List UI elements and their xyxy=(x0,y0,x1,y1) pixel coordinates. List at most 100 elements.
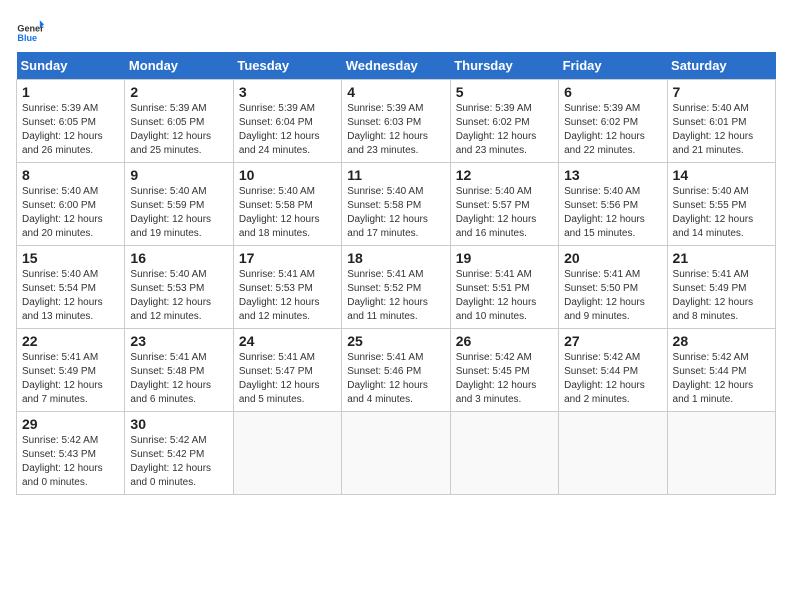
calendar-day-cell: 8Sunrise: 5:40 AM Sunset: 6:00 PM Daylig… xyxy=(17,163,125,246)
svg-text:Blue: Blue xyxy=(17,33,37,43)
weekday-header: Friday xyxy=(559,52,667,80)
calendar-day-cell: 30 Sunrise: 5:42 AM Sunset: 5:42 PM Dayli… xyxy=(125,412,233,495)
weekday-header: Wednesday xyxy=(342,52,450,80)
calendar-day-cell: 15Sunrise: 5:40 AM Sunset: 5:54 PM Dayli… xyxy=(17,246,125,329)
calendar-day-cell: 3 Sunrise: 5:39 AM Sunset: 6:04 PM Daylig… xyxy=(233,80,341,163)
calendar-week-row: 29 Sunrise: 5:42 AM Sunset: 5:43 PM Dayli… xyxy=(17,412,776,495)
calendar-day-cell xyxy=(559,412,667,495)
calendar-day-cell: 7 Sunrise: 5:40 AM Sunset: 6:01 PM Daylig… xyxy=(667,80,775,163)
day-number: 23 xyxy=(130,333,227,349)
day-info: Sunrise: 5:40 AM Sunset: 6:01 PM Dayligh… xyxy=(673,102,770,158)
day-number: 16 xyxy=(130,250,227,266)
weekday-header: Sunday xyxy=(17,52,125,80)
calendar-day-cell: 28 Sunrise: 5:42 AM Sunset: 5:44 PM Dayli… xyxy=(667,329,775,412)
calendar-day-cell: 17 Sunrise: 5:41 AM Sunset: 5:53 PM Dayli… xyxy=(233,246,341,329)
calendar-day-cell: 9 Sunrise: 5:40 AM Sunset: 5:59 PM Daylig… xyxy=(125,163,233,246)
day-info: Sunrise: 5:41 AM Sunset: 5:50 PM Dayligh… xyxy=(564,268,661,324)
day-info: Sunrise: 5:40 AM Sunset: 5:54 PM Dayligh… xyxy=(22,268,119,324)
calendar-day-cell: 29 Sunrise: 5:42 AM Sunset: 5:43 PM Dayli… xyxy=(17,412,125,495)
calendar-day-cell: 6 Sunrise: 5:39 AM Sunset: 6:02 PM Daylig… xyxy=(559,80,667,163)
page-header: General Blue xyxy=(16,16,776,44)
day-info: Sunrise: 5:39 AM Sunset: 6:02 PM Dayligh… xyxy=(456,102,553,158)
calendar-day-cell: 26Sunrise: 5:42 AM Sunset: 5:45 PM Dayli… xyxy=(450,329,558,412)
calendar-table: SundayMondayTuesdayWednesdayThursdayFrid… xyxy=(16,52,776,495)
day-info: Sunrise: 5:41 AM Sunset: 5:51 PM Dayligh… xyxy=(456,268,553,324)
day-info: Sunrise: 5:39 AM Sunset: 6:05 PM Dayligh… xyxy=(130,102,227,158)
calendar-day-cell: 2 Sunrise: 5:39 AM Sunset: 6:05 PM Daylig… xyxy=(125,80,233,163)
weekday-header: Monday xyxy=(125,52,233,80)
day-info: Sunrise: 5:40 AM Sunset: 5:58 PM Dayligh… xyxy=(347,185,444,241)
day-number: 17 xyxy=(239,250,336,266)
calendar-day-cell: 21 Sunrise: 5:41 AM Sunset: 5:49 PM Dayli… xyxy=(667,246,775,329)
calendar-day-cell: 5 Sunrise: 5:39 AM Sunset: 6:02 PM Daylig… xyxy=(450,80,558,163)
day-info: Sunrise: 5:41 AM Sunset: 5:47 PM Dayligh… xyxy=(239,351,336,407)
calendar-day-cell xyxy=(342,412,450,495)
calendar-week-row: 8Sunrise: 5:40 AM Sunset: 6:00 PM Daylig… xyxy=(17,163,776,246)
day-info: Sunrise: 5:41 AM Sunset: 5:52 PM Dayligh… xyxy=(347,268,444,324)
day-info: Sunrise: 5:42 AM Sunset: 5:44 PM Dayligh… xyxy=(673,351,770,407)
day-number: 14 xyxy=(673,167,770,183)
weekday-header: Saturday xyxy=(667,52,775,80)
day-info: Sunrise: 5:41 AM Sunset: 5:48 PM Dayligh… xyxy=(130,351,227,407)
day-info: Sunrise: 5:39 AM Sunset: 6:03 PM Dayligh… xyxy=(347,102,444,158)
calendar-body: 1 Sunrise: 5:39 AM Sunset: 6:05 PM Daylig… xyxy=(17,80,776,495)
calendar-day-cell: 20Sunrise: 5:41 AM Sunset: 5:50 PM Dayli… xyxy=(559,246,667,329)
day-info: Sunrise: 5:40 AM Sunset: 5:58 PM Dayligh… xyxy=(239,185,336,241)
day-number: 6 xyxy=(564,84,661,100)
calendar-day-cell: 27 Sunrise: 5:42 AM Sunset: 5:44 PM Dayli… xyxy=(559,329,667,412)
day-number: 28 xyxy=(673,333,770,349)
day-number: 1 xyxy=(22,84,119,100)
day-number: 9 xyxy=(130,167,227,183)
day-info: Sunrise: 5:41 AM Sunset: 5:49 PM Dayligh… xyxy=(673,268,770,324)
day-info: Sunrise: 5:41 AM Sunset: 5:46 PM Dayligh… xyxy=(347,351,444,407)
day-number: 12 xyxy=(456,167,553,183)
day-info: Sunrise: 5:39 AM Sunset: 6:05 PM Dayligh… xyxy=(22,102,119,158)
day-info: Sunrise: 5:42 AM Sunset: 5:42 PM Dayligh… xyxy=(130,434,227,490)
calendar-week-row: 15Sunrise: 5:40 AM Sunset: 5:54 PM Dayli… xyxy=(17,246,776,329)
day-number: 4 xyxy=(347,84,444,100)
day-number: 29 xyxy=(22,416,119,432)
day-info: Sunrise: 5:42 AM Sunset: 5:44 PM Dayligh… xyxy=(564,351,661,407)
day-number: 21 xyxy=(673,250,770,266)
logo: General Blue xyxy=(16,16,44,44)
day-info: Sunrise: 5:42 AM Sunset: 5:43 PM Dayligh… xyxy=(22,434,119,490)
calendar-day-cell: 23 Sunrise: 5:41 AM Sunset: 5:48 PM Dayli… xyxy=(125,329,233,412)
day-number: 22 xyxy=(22,333,119,349)
day-number: 3 xyxy=(239,84,336,100)
day-number: 18 xyxy=(347,250,444,266)
calendar-day-cell: 12Sunrise: 5:40 AM Sunset: 5:57 PM Dayli… xyxy=(450,163,558,246)
calendar-day-cell: 22Sunrise: 5:41 AM Sunset: 5:49 PM Dayli… xyxy=(17,329,125,412)
day-number: 24 xyxy=(239,333,336,349)
calendar-header: SundayMondayTuesdayWednesdayThursdayFrid… xyxy=(17,52,776,80)
day-info: Sunrise: 5:39 AM Sunset: 6:04 PM Dayligh… xyxy=(239,102,336,158)
day-number: 30 xyxy=(130,416,227,432)
calendar-day-cell: 19Sunrise: 5:41 AM Sunset: 5:51 PM Dayli… xyxy=(450,246,558,329)
day-info: Sunrise: 5:40 AM Sunset: 5:59 PM Dayligh… xyxy=(130,185,227,241)
calendar-day-cell: 1 Sunrise: 5:39 AM Sunset: 6:05 PM Daylig… xyxy=(17,80,125,163)
day-info: Sunrise: 5:40 AM Sunset: 5:53 PM Dayligh… xyxy=(130,268,227,324)
weekday-header: Thursday xyxy=(450,52,558,80)
calendar-day-cell: 4 Sunrise: 5:39 AM Sunset: 6:03 PM Daylig… xyxy=(342,80,450,163)
calendar-day-cell: 18 Sunrise: 5:41 AM Sunset: 5:52 PM Dayli… xyxy=(342,246,450,329)
day-number: 8 xyxy=(22,167,119,183)
calendar-week-row: 22Sunrise: 5:41 AM Sunset: 5:49 PM Dayli… xyxy=(17,329,776,412)
day-info: Sunrise: 5:39 AM Sunset: 6:02 PM Dayligh… xyxy=(564,102,661,158)
day-number: 11 xyxy=(347,167,444,183)
day-number: 25 xyxy=(347,333,444,349)
day-number: 26 xyxy=(456,333,553,349)
day-info: Sunrise: 5:41 AM Sunset: 5:53 PM Dayligh… xyxy=(239,268,336,324)
day-number: 10 xyxy=(239,167,336,183)
day-info: Sunrise: 5:40 AM Sunset: 5:55 PM Dayligh… xyxy=(673,185,770,241)
day-number: 7 xyxy=(673,84,770,100)
day-number: 5 xyxy=(456,84,553,100)
calendar-day-cell: 16 Sunrise: 5:40 AM Sunset: 5:53 PM Dayli… xyxy=(125,246,233,329)
calendar-day-cell: 13 Sunrise: 5:40 AM Sunset: 5:56 PM Dayli… xyxy=(559,163,667,246)
calendar-day-cell: 24 Sunrise: 5:41 AM Sunset: 5:47 PM Dayli… xyxy=(233,329,341,412)
day-number: 2 xyxy=(130,84,227,100)
calendar-day-cell xyxy=(233,412,341,495)
calendar-day-cell: 25 Sunrise: 5:41 AM Sunset: 5:46 PM Dayli… xyxy=(342,329,450,412)
day-number: 27 xyxy=(564,333,661,349)
weekday-header: Tuesday xyxy=(233,52,341,80)
day-info: Sunrise: 5:40 AM Sunset: 5:56 PM Dayligh… xyxy=(564,185,661,241)
day-number: 13 xyxy=(564,167,661,183)
